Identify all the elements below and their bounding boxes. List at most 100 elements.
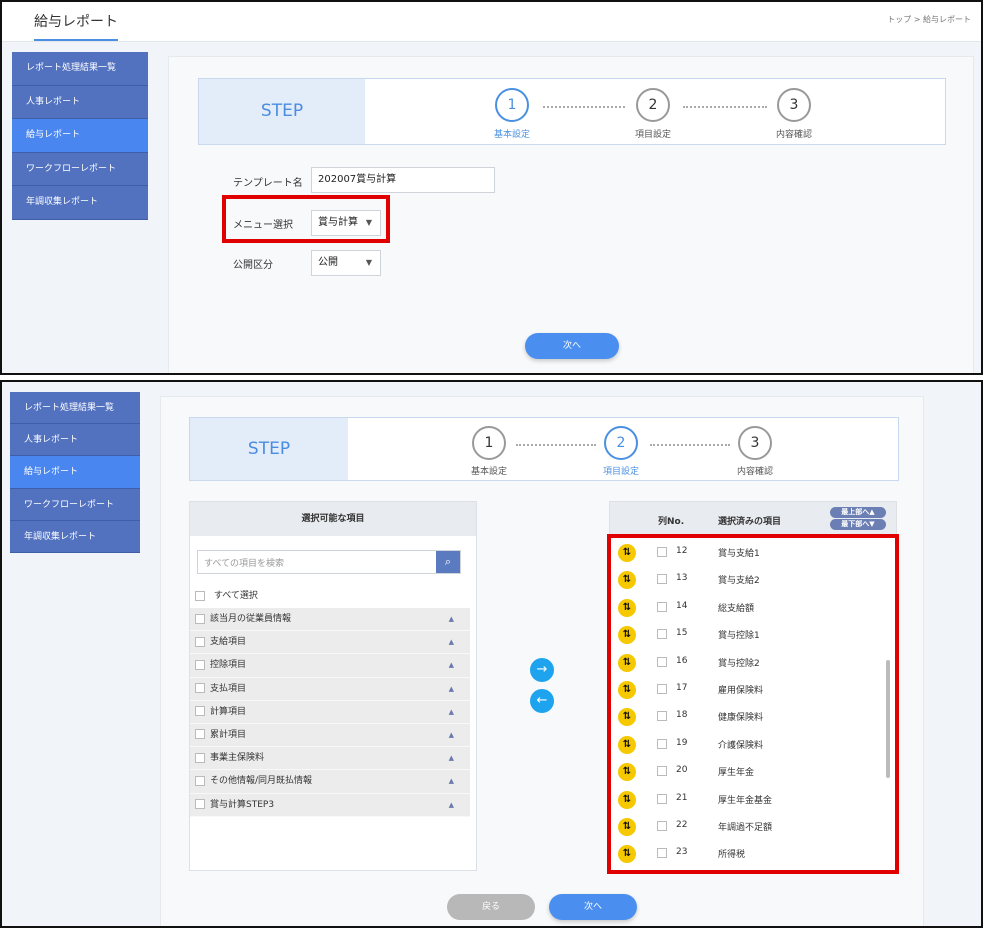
category-list: 該当月の従業員情報 ▲ 支給項目 ▲ 控除項目 ▲ 支払項目 ▲ 計算項目 ▲ 累計項目 ▲… (190, 608, 470, 817)
checkbox[interactable] (195, 636, 205, 647)
triangle-up-icon[interactable]: ▲ (449, 654, 454, 677)
triangle-up-icon[interactable]: ▲ (449, 770, 454, 793)
list-item[interactable]: 事業主保険料 ▲ (190, 747, 470, 771)
step-circle-3: 3 (738, 426, 772, 460)
move-bottom-button[interactable]: 最下部へ▼ (830, 519, 886, 530)
triangle-up-icon[interactable]: ▲ (449, 701, 454, 724)
triangle-up-icon[interactable]: ▲ (449, 631, 454, 654)
sidebar-item-year-end-report[interactable]: 年調収集レポート (12, 186, 148, 220)
sidebar-item-workflow-report[interactable]: ワークフローレポート (10, 489, 140, 521)
list-item[interactable]: 賞与計算STEP3 ▲ (190, 793, 470, 817)
step-name-2: 項目設定 (602, 467, 639, 477)
sidebar-item-workflow-report[interactable]: ワークフローレポート (12, 153, 148, 187)
highlight-box (607, 534, 899, 874)
template-name-label: テンプレート名 (233, 178, 303, 189)
sidebar: レポート処理結果一覧 人事レポート 給与レポート ワークフローレポート 年調収集… (12, 52, 148, 220)
move-top-button[interactable]: 最上部へ▲ (830, 507, 886, 518)
breadcrumb: トップ > 給与レポート (887, 15, 971, 24)
screenshot-step1: 給与レポート トップ > 給与レポート レポート処理結果一覧 人事レポート 給与… (0, 0, 983, 375)
select-all-checkbox[interactable]: すべて選択 (195, 588, 258, 601)
next-button[interactable]: 次へ (525, 333, 619, 359)
sidebar-item-hr-report[interactable]: 人事レポート (12, 86, 148, 120)
step-label: STEP (190, 418, 348, 480)
sidebar: レポート処理結果一覧 人事レポート 給与レポート ワークフローレポート 年調収集… (10, 392, 140, 553)
step-circle-2: 2 (604, 426, 638, 460)
checkbox[interactable] (195, 613, 205, 624)
checkbox[interactable] (195, 590, 205, 601)
step-name-2: 項目設定 (634, 130, 671, 140)
step-circle-3: 3 (777, 88, 811, 122)
list-item[interactable]: 計算項目 ▲ (190, 700, 470, 724)
step-circle-2: 2 (636, 88, 670, 122)
category-label: 該当月の従業員情報 (210, 614, 292, 624)
step-label: STEP (199, 79, 365, 144)
triangle-up-icon[interactable]: ▲ (449, 747, 454, 770)
search-input[interactable]: すべての項目を検索 (204, 556, 284, 569)
step-connector (543, 106, 625, 108)
sidebar-item-payroll-report[interactable]: 給与レポート (12, 119, 148, 153)
page-title: 給与レポート (34, 11, 118, 41)
available-items-panel: 選択可能な項目 すべての項目を検索 ⌕ すべて選択 該当月の従業員情報 ▲ 支給項… (189, 501, 477, 871)
sidebar-item-hr-report[interactable]: 人事レポート (10, 424, 140, 457)
available-items-title: 選択可能な項目 (190, 502, 476, 536)
step-name-1: 基本設定 (493, 130, 530, 140)
triangle-up-icon[interactable]: ▲ (449, 678, 454, 701)
sidebar-item-year-end-report[interactable]: 年調収集レポート (10, 521, 140, 553)
step-name-3: 内容確認 (736, 467, 773, 477)
checkbox[interactable] (195, 659, 205, 670)
list-item[interactable]: その他情報/同月既払情報 ▲ (190, 770, 470, 794)
category-label: 累計項目 (210, 729, 247, 740)
caret-down-icon: ▼ (365, 258, 372, 267)
category-label: 控除項目 (210, 660, 247, 671)
selected-items-header: 列No. 選択済みの項目 最上部へ▲ 最下部へ▼ (610, 502, 896, 536)
category-label: その他情報/同月既払情報 (210, 776, 313, 787)
step-connector (650, 444, 730, 446)
list-item[interactable]: 該当月の従業員情報 ▲ (190, 608, 470, 632)
next-button[interactable]: 次へ (549, 894, 637, 920)
search-box: すべての項目を検索 ⌕ (197, 550, 461, 574)
screenshot-step2: レポート処理結果一覧 人事レポート 給与レポート ワークフローレポート 年調収集… (0, 380, 983, 928)
highlight-box (222, 195, 390, 243)
category-label: 事業主保険料 (210, 753, 265, 764)
public-type-select[interactable]: 公開 ▼ (311, 250, 381, 276)
step-name-3: 内容確認 (775, 130, 812, 140)
step-circle-1: 1 (495, 88, 529, 122)
public-type-label: 公開区分 (233, 260, 273, 271)
category-label: 計算項目 (210, 706, 247, 717)
category-label: 賞与計算STEP3 (210, 799, 275, 810)
list-item[interactable]: 控除項目 ▲ (190, 654, 470, 678)
top-bar: 給与レポート トップ > 給与レポート (2, 2, 981, 42)
step-circle-1: 1 (472, 426, 506, 460)
triangle-up-icon[interactable]: ▲ (449, 794, 454, 817)
selected-items-title: 選択済みの項目 (718, 517, 782, 527)
checkbox[interactable] (195, 706, 205, 717)
triangle-up-icon[interactable]: ▲ (449, 608, 454, 631)
step-indicator: STEP 1 2 3 基本設定 項目設定 内容確認 (198, 78, 946, 145)
list-item[interactable]: 支払項目 ▲ (190, 677, 470, 701)
step-connector (683, 106, 767, 108)
arrow-left-icon[interactable]: ← (530, 689, 554, 713)
back-button[interactable]: 戻る (447, 894, 535, 920)
sidebar-item-report-results[interactable]: レポート処理結果一覧 (10, 392, 140, 425)
select-all-label: すべて選択 (213, 591, 258, 601)
step-connector (516, 444, 596, 446)
triangle-up-icon[interactable]: ▲ (449, 724, 454, 747)
column-number-header: 列No. (658, 517, 685, 527)
search-icon[interactable]: ⌕ (436, 551, 460, 573)
checkbox[interactable] (195, 799, 205, 809)
sidebar-item-payroll-report[interactable]: 給与レポート (10, 456, 140, 489)
checkbox[interactable] (195, 729, 205, 740)
public-type-value: 公開 (318, 257, 338, 268)
template-name-input[interactable]: 202007賞与計算 (311, 167, 495, 193)
checkbox[interactable] (195, 683, 205, 694)
step-indicator: STEP 1 2 3 基本設定 項目設定 内容確認 (189, 417, 899, 481)
checkbox[interactable] (195, 752, 205, 763)
category-label: 支給項目 (210, 637, 247, 648)
list-item[interactable]: 累計項目 ▲ (190, 723, 470, 748)
sidebar-item-report-results[interactable]: レポート処理結果一覧 (12, 52, 148, 86)
step-name-1: 基本設定 (470, 467, 507, 477)
category-label: 支払項目 (210, 683, 247, 694)
arrow-right-icon[interactable]: → (530, 658, 554, 682)
checkbox[interactable] (195, 775, 205, 786)
list-item[interactable]: 支給項目 ▲ (190, 631, 470, 655)
